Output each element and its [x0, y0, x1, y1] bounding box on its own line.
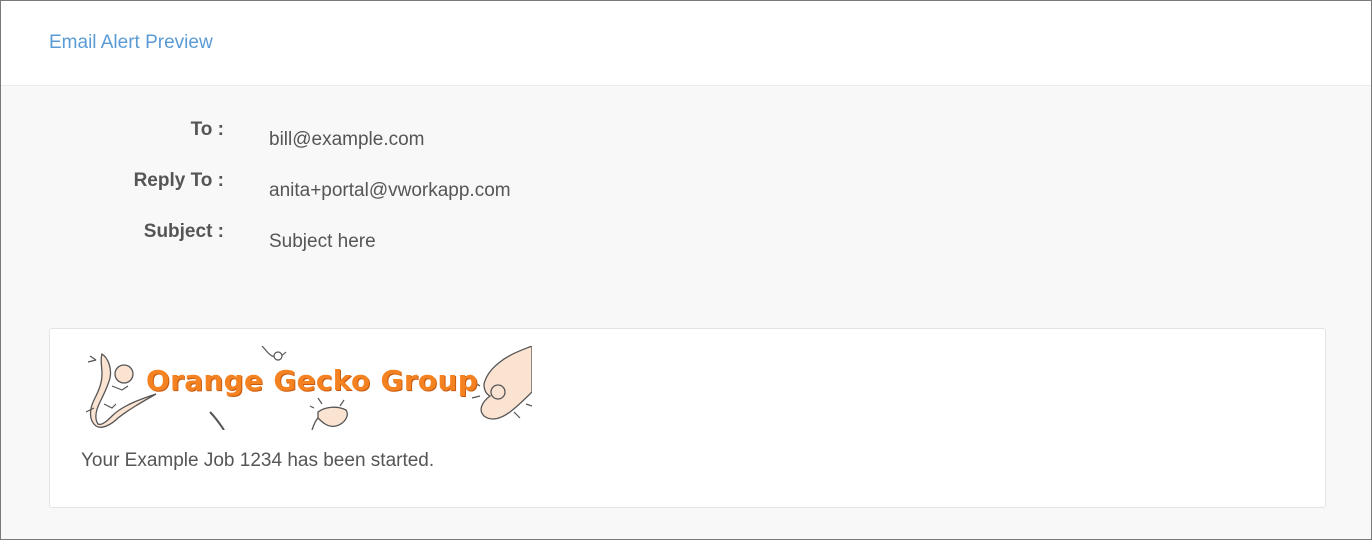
- to-label: To :: [190, 119, 224, 140]
- reply-to-value: anita+portal@vworkapp.com: [269, 180, 511, 201]
- subject-row: Subject : Subject here: [1, 219, 1001, 259]
- reply-to-row: Reply To : anita+portal@vworkapp.com: [1, 168, 1001, 208]
- company-logo-text: Orange Gecko Group: [146, 364, 479, 397]
- panel-header: Email Alert Preview: [1, 1, 1371, 86]
- email-message: Your Example Job 1234 has been started.: [81, 450, 435, 471]
- to-value: bill@example.com: [269, 129, 425, 150]
- reply-to-label: Reply To :: [133, 170, 224, 191]
- page-title[interactable]: Email Alert Preview: [49, 32, 213, 54]
- subject-label: Subject :: [143, 221, 224, 242]
- to-row: To : bill@example.com: [1, 117, 1001, 157]
- subject-value: Subject here: [269, 231, 376, 252]
- email-alert-preview-panel: Email Alert Preview To : bill@example.co…: [0, 0, 1372, 540]
- email-body-card: Orange Gecko Group Your Example Job 1234…: [49, 328, 1326, 508]
- company-logo-banner: Orange Gecko Group: [82, 346, 532, 430]
